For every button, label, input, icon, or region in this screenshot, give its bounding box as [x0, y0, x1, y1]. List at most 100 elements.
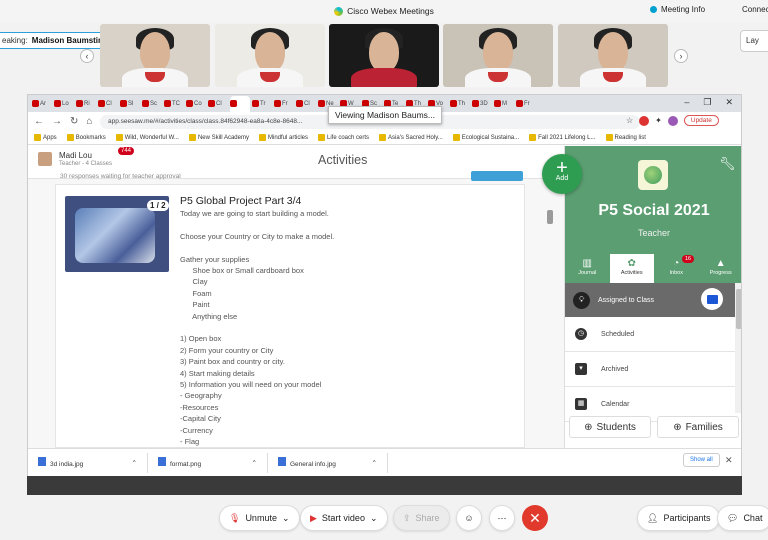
end-call-button[interactable]: ✕ [522, 505, 548, 531]
folder-icon[interactable] [701, 288, 723, 310]
bookmark-item[interactable]: Apps [34, 134, 57, 141]
video-tile-4[interactable] [443, 24, 553, 87]
browser-tab[interactable]: Cl [296, 98, 316, 110]
browser-tab[interactable]: Cl [208, 98, 228, 110]
shared-browser-window: Ar Lo Ri Cl Sl Sc TC Co Cl Tr Fr Cl Ne W Sc Te Th Vo Th 3D M… [27, 94, 742, 476]
browser-tab[interactable]: Ri [76, 98, 96, 110]
teacher-name[interactable]: Madi Lou [59, 151, 92, 160]
chevron-up-icon[interactable]: ⌃ [132, 459, 137, 467]
chevron-down-icon[interactable]: ⌄ [370, 513, 378, 524]
start-video-button[interactable]: ▶ Start video ⌄ [300, 505, 388, 531]
bookmark-item[interactable]: Wild, Wonderful W... [115, 134, 179, 141]
teacher-avatar[interactable] [38, 152, 52, 166]
add-families-button[interactable]: ⊕ Families [657, 416, 739, 438]
card-scrollbar[interactable] [547, 210, 553, 224]
participants-label: Participants [663, 513, 711, 523]
bookmark-item[interactable]: Reading list [605, 134, 646, 141]
layout-button[interactable]: Lay [740, 30, 768, 52]
browser-tab[interactable]: Cl [98, 98, 118, 110]
bookmark-item[interactable]: Life coach certs [318, 134, 369, 141]
activity-thumbnail[interactable]: 1 / 2 [65, 196, 169, 272]
wrench-icon[interactable]: 🔧︎ [719, 156, 736, 172]
chevron-down-icon[interactable]: ⌄ [282, 513, 290, 524]
bookmark-item[interactable]: Ecological Sustaina... [452, 134, 519, 141]
tab-label: Cl [106, 100, 112, 107]
add-students-button[interactable]: ⊕ Students [569, 416, 651, 438]
bookmark-item[interactable]: Fall 2021 Lifelong L... [529, 134, 596, 141]
profile-avatar[interactable] [667, 115, 678, 126]
browser-tab[interactable]: Lo [54, 98, 74, 110]
browser-tab[interactable]: Fr [274, 98, 294, 110]
browser-tab[interactable]: Fr [516, 98, 536, 110]
browser-tab[interactable]: TC [164, 98, 184, 110]
chevron-up-icon[interactable]: ⌃ [372, 459, 377, 467]
browser-tab[interactable]: Ar [32, 98, 52, 110]
speaking-label: eaking: [2, 36, 28, 45]
plus-circle-icon: ⊕ [584, 421, 593, 433]
unmute-button[interactable]: 🎙︎ Unmute ⌄ [219, 505, 300, 531]
video-next-button[interactable]: › [674, 49, 688, 63]
update-button[interactable]: Update [683, 115, 719, 126]
bookmark-icon [529, 134, 537, 141]
puzzle-icon[interactable]: ✦ [655, 116, 662, 125]
connect-button[interactable]: Connect [742, 5, 768, 14]
close-icon[interactable]: ✕ [725, 97, 733, 108]
tab-label: Journal [578, 270, 597, 276]
scheduled-row[interactable]: ◷ Scheduled [565, 317, 735, 352]
forward-icon[interactable]: → [52, 116, 62, 127]
browser-tab[interactable]: Sc [142, 98, 162, 110]
reactions-button[interactable]: ☺ [456, 505, 482, 531]
star-icon[interactable]: ☆ [626, 116, 633, 125]
archived-row[interactable]: ▾ Archived [565, 352, 735, 387]
browser-tab[interactable]: 3D [472, 98, 492, 110]
browser-tab[interactable] [230, 95, 250, 112]
reload-icon[interactable]: ↻ [70, 116, 78, 127]
download-item[interactable]: format.png ⌃ [148, 452, 268, 473]
chat-button[interactable]: 💬︎ Chat [717, 505, 768, 531]
add-label: Add [555, 175, 569, 182]
instruction-line: Paint [180, 300, 210, 310]
bookmark-item[interactable]: New Skill Academy [188, 134, 249, 141]
families-label: Families [685, 421, 723, 433]
review-button[interactable] [471, 171, 523, 181]
meeting-info-button[interactable]: Meeting Info [650, 5, 705, 14]
bookmark-item[interactable]: Asia's Sacred Holy... [379, 134, 443, 141]
download-item[interactable]: General info.jpg ⌃ [268, 452, 388, 473]
tab-label: Ri [84, 100, 90, 107]
home-icon[interactable]: ⌂ [86, 116, 92, 127]
participants-button[interactable]: 👤︎ Participants [637, 505, 721, 531]
chat-label: Chat [743, 513, 763, 523]
tab-activities[interactable]: ✿ Activities [609, 254, 654, 283]
browser-tab[interactable]: Th [450, 98, 470, 110]
extension-icon[interactable] [639, 115, 650, 126]
panel-scrollbar[interactable] [735, 283, 741, 413]
more-button[interactable]: ⋯ [489, 505, 515, 531]
download-item[interactable]: 3d india.jpg ⌃ [28, 452, 148, 473]
add-button[interactable]: + Add [542, 154, 582, 194]
share-button[interactable]: ⇪ Share [393, 505, 450, 531]
video-tile-2[interactable] [215, 24, 325, 87]
students-label: Students [596, 421, 636, 433]
browser-tab[interactable]: Co [186, 98, 206, 110]
video-tile-3[interactable] [329, 24, 439, 87]
bookmark-icon [34, 134, 41, 141]
restore-icon[interactable]: ❐ [703, 97, 711, 108]
chevron-up-icon[interactable]: ⌃ [252, 459, 257, 467]
video-tile-5[interactable] [558, 24, 668, 87]
back-icon[interactable]: ← [34, 116, 44, 127]
close-downloads-icon[interactable]: ✕ [725, 455, 733, 466]
tab-journal[interactable]: ▥ Journal [565, 254, 610, 283]
show-all-button[interactable]: Show all [683, 453, 720, 467]
browser-tab[interactable]: M [494, 98, 514, 110]
minimize-icon[interactable]: – [684, 97, 689, 108]
bookmark-item[interactable]: Bookmarks [66, 134, 106, 141]
browser-tab[interactable]: Tr [252, 98, 272, 110]
start-video-label: Start video [321, 513, 365, 523]
video-tile-1[interactable] [100, 24, 210, 87]
page-counter: 1 / 2 [147, 200, 169, 211]
bookmark-item[interactable]: Mindful articles [258, 134, 308, 141]
tab-progress[interactable]: ▲ Progress [699, 254, 742, 283]
video-prev-button[interactable]: ‹ [80, 49, 94, 63]
browser-tab[interactable]: Sl [120, 98, 140, 110]
favicon-icon [296, 100, 303, 107]
